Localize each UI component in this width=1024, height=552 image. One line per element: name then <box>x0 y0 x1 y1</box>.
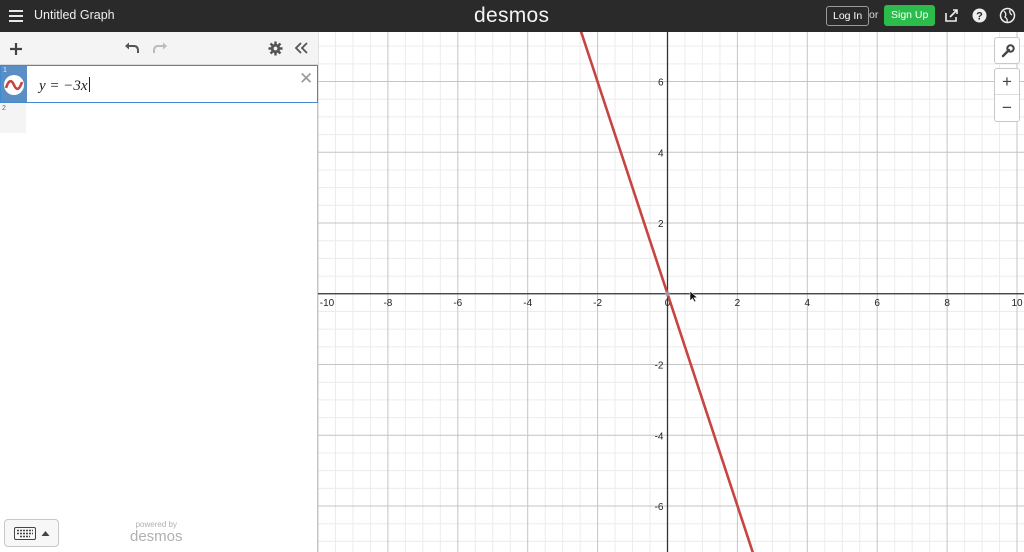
x-tick-label: -6 <box>453 298 462 309</box>
delete-expression-icon[interactable]: ✕ <box>299 69 313 89</box>
keyboard-icon <box>14 527 36 540</box>
y-tick-label: -4 <box>655 431 664 442</box>
x-tick-label: 4 <box>805 298 811 309</box>
share-icon[interactable] <box>943 7 960 24</box>
x-tick-label: 6 <box>874 298 880 309</box>
expression-latex: y = −3x <box>39 78 88 94</box>
panel-toolbar <box>0 32 318 65</box>
y-tick-label: -6 <box>655 502 664 513</box>
y-tick-label: 2 <box>658 219 664 230</box>
graph-color-icon[interactable] <box>3 74 25 96</box>
x-tick-label: 2 <box>735 298 741 309</box>
zoom-controls: + − <box>994 68 1020 122</box>
graph-settings-button[interactable] <box>994 37 1020 64</box>
or-text: or <box>869 9 879 21</box>
graph-paper[interactable]: -10 -8 -6 -4 -2 0 2 4 6 8 10 6 4 2 -2 -4 -6 <box>318 32 1024 552</box>
graph-title[interactable]: Untitled Graph <box>34 8 115 22</box>
redo-icon[interactable] <box>152 41 168 55</box>
expression-panel: 1 y = −3x ✕ 2 powered by desmos <box>0 32 318 552</box>
caret-up-icon <box>41 531 50 536</box>
top-bar: Untitled Graph desmos Log In or Sign Up … <box>0 0 1024 32</box>
menu-icon[interactable] <box>9 10 23 22</box>
settings-icon[interactable] <box>268 41 283 56</box>
graph-canvas[interactable]: -10 -8 -6 -4 -2 0 2 4 6 8 10 642-2-4-6 <box>318 32 1024 552</box>
signup-button[interactable]: Sign Up <box>884 5 936 26</box>
undo-icon[interactable] <box>124 41 140 55</box>
x-tick-label: 10 <box>1011 298 1023 309</box>
powered-by: powered by desmos <box>130 520 183 545</box>
mouse-cursor-icon <box>689 290 699 303</box>
expression-row-empty[interactable]: 2 <box>0 103 318 133</box>
y-tick-label: 6 <box>658 78 664 89</box>
origin-point <box>665 291 671 297</box>
x-tick-label: -10 <box>320 298 335 309</box>
help-icon[interactable]: ? <box>971 7 988 24</box>
login-button[interactable]: Log In <box>826 6 870 26</box>
expression-input[interactable]: y = −3x <box>39 77 90 95</box>
y-tick-label: -2 <box>655 361 664 372</box>
expression-gutter: 2 <box>0 103 26 133</box>
keyboard-toggle-button[interactable] <box>4 519 59 547</box>
add-icon[interactable] <box>9 42 23 56</box>
zoom-in-icon[interactable]: + <box>995 69 1019 95</box>
collapse-icon[interactable] <box>294 42 308 54</box>
x-tick-label: 8 <box>944 298 950 309</box>
desmos-logo: desmos <box>474 4 550 27</box>
zoom-out-icon[interactable]: − <box>995 96 1019 122</box>
svg-text:?: ? <box>976 11 983 23</box>
globe-icon[interactable] <box>999 7 1016 24</box>
expression-number: 2 <box>2 105 6 112</box>
powered-by-logo: desmos <box>130 528 183 545</box>
expression-number: 1 <box>3 67 7 74</box>
expression-gutter: 1 <box>1 66 27 102</box>
y-tick-label: 4 <box>658 148 664 159</box>
x-tick-label: -8 <box>383 298 392 309</box>
x-tick-label: -2 <box>593 298 602 309</box>
wrench-icon <box>1001 44 1015 58</box>
text-caret <box>88 77 90 92</box>
expression-row[interactable]: 1 y = −3x ✕ <box>0 65 318 103</box>
x-tick-label: -4 <box>523 298 532 309</box>
